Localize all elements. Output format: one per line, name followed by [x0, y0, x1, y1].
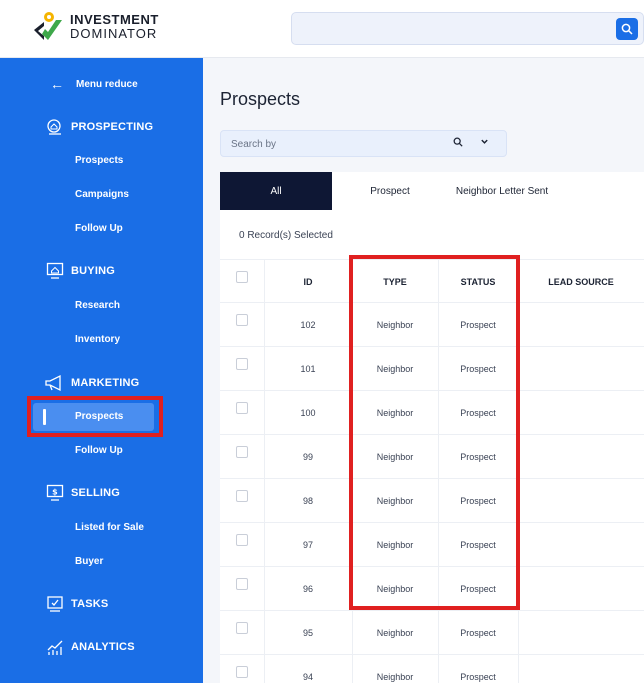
sidebar-item-listed-for-sale[interactable]: Listed for Sale [75, 522, 144, 533]
cell-type: Neighbor [376, 672, 414, 682]
tab-neighbor-letter-sent[interactable]: Neighbor Letter Sent [442, 172, 562, 210]
checklist-icon [47, 596, 63, 612]
sidebar-item-follow-up[interactable]: Follow Up [75, 223, 123, 234]
cell-lead-source [518, 303, 644, 347]
sidebar-section-tasks[interactable]: TASKS [46, 595, 108, 613]
cell-id: 94 [302, 672, 313, 682]
row-checkbox[interactable] [236, 578, 248, 590]
tab-all[interactable]: All [220, 172, 332, 210]
sidebar-item-marketing-follow-up[interactable]: Follow Up [75, 445, 123, 456]
section-label: ANALYTICS [71, 641, 135, 653]
select-all-checkbox[interactable] [236, 271, 248, 283]
row-checkbox[interactable] [236, 666, 248, 678]
row-checkbox[interactable] [236, 622, 248, 634]
cell-lead-source [518, 391, 644, 435]
cell-lead-source [518, 567, 644, 611]
table-row[interactable]: 95 Neighbor Prospect [220, 611, 644, 655]
cell-id: 95 [302, 628, 313, 638]
highlight-box-sidebar [27, 396, 163, 437]
cell-id: 96 [302, 584, 313, 594]
cell-lead-source [518, 523, 644, 567]
row-checkbox[interactable] [236, 314, 248, 326]
sidebar-item-inventory[interactable]: Inventory [75, 334, 120, 345]
search-placeholder: Search by [231, 139, 277, 150]
section-label: MARKETING [71, 377, 140, 389]
menu-reduce-label: Menu reduce [76, 78, 138, 90]
chart-line-icon [47, 640, 63, 655]
logo-text-primary: INVESTMENT [70, 12, 159, 27]
row-checkbox[interactable] [236, 402, 248, 414]
cell-id: 98 [302, 496, 313, 506]
cell-lead-source [518, 655, 644, 683]
row-checkbox[interactable] [236, 446, 248, 458]
section-label: SELLING [71, 487, 121, 499]
cell-lead-source [518, 479, 644, 523]
tab-prospect[interactable]: Prospect [350, 172, 430, 210]
dollar-monitor-icon: $ [46, 484, 64, 501]
row-checkbox[interactable] [236, 490, 248, 502]
menu-reduce-button[interactable]: ← Menu reduce [50, 76, 138, 92]
column-header-id[interactable]: ID [264, 260, 352, 304]
sidebar-item-buyer[interactable]: Buyer [75, 556, 103, 567]
cell-lead-source [518, 611, 644, 655]
app-logo[interactable]: INVESTMENT DOMINATOR [30, 10, 159, 44]
global-search-button[interactable] [616, 18, 638, 40]
sidebar-section-marketing[interactable]: MARKETING [44, 374, 139, 392]
section-label: TASKS [71, 598, 109, 610]
megaphone-icon [45, 374, 61, 392]
arrow-left-icon: ← [50, 76, 64, 92]
section-label: BUYING [71, 265, 115, 277]
sidebar-section-analytics[interactable]: ANALYTICS [46, 638, 135, 656]
cell-id: 102 [300, 320, 316, 330]
column-divider [264, 259, 265, 683]
page-title: Prospects [220, 89, 301, 109]
cell-type: Neighbor [376, 628, 414, 638]
top-bar: INVESTMENT DOMINATOR [0, 0, 644, 58]
search-icon [621, 23, 633, 35]
selected-count: 0 Record(s) Selected [239, 230, 333, 241]
global-search-input[interactable] [291, 12, 644, 45]
filter-tabs: All Prospect Neighbor Letter Sent [220, 172, 644, 210]
logo-mark-icon [34, 12, 62, 40]
row-checkbox[interactable] [236, 358, 248, 370]
sidebar: ← Menu reduce PROSPECTING Prospects Camp… [0, 58, 203, 683]
search-icon[interactable] [453, 137, 463, 150]
chevron-down-icon[interactable] [480, 137, 489, 149]
search-by-input[interactable]: Search by [220, 130, 507, 157]
cell-id: 97 [302, 540, 313, 550]
section-label: PROSPECTING [71, 121, 154, 133]
sidebar-section-prospecting[interactable]: PROSPECTING [46, 118, 153, 136]
sidebar-item-campaigns[interactable]: Campaigns [75, 189, 129, 200]
cell-id: 101 [300, 364, 316, 374]
table-row[interactable]: 94 Neighbor Prospect [220, 655, 644, 683]
cell-id: 100 [300, 408, 316, 418]
cell-lead-source [518, 347, 644, 391]
cell-status: Prospect [460, 628, 496, 638]
search-house-icon [47, 119, 61, 135]
sidebar-section-buying[interactable]: BUYING [46, 262, 115, 280]
sidebar-item-research[interactable]: Research [75, 300, 120, 311]
house-monitor-icon [46, 262, 64, 279]
highlight-box-type-status [349, 255, 520, 610]
sidebar-item-prospects[interactable]: Prospects [75, 155, 123, 166]
cell-status: Prospect [460, 672, 496, 682]
svg-text:$: $ [52, 488, 58, 497]
cell-lead-source [518, 435, 644, 479]
logo-text-secondary: DOMINATOR [70, 26, 158, 41]
cell-id: 99 [302, 452, 313, 462]
sidebar-section-selling[interactable]: $ SELLING [46, 484, 120, 502]
column-header-lead-source[interactable]: LEAD SOURCE [518, 260, 644, 304]
row-checkbox[interactable] [236, 534, 248, 546]
